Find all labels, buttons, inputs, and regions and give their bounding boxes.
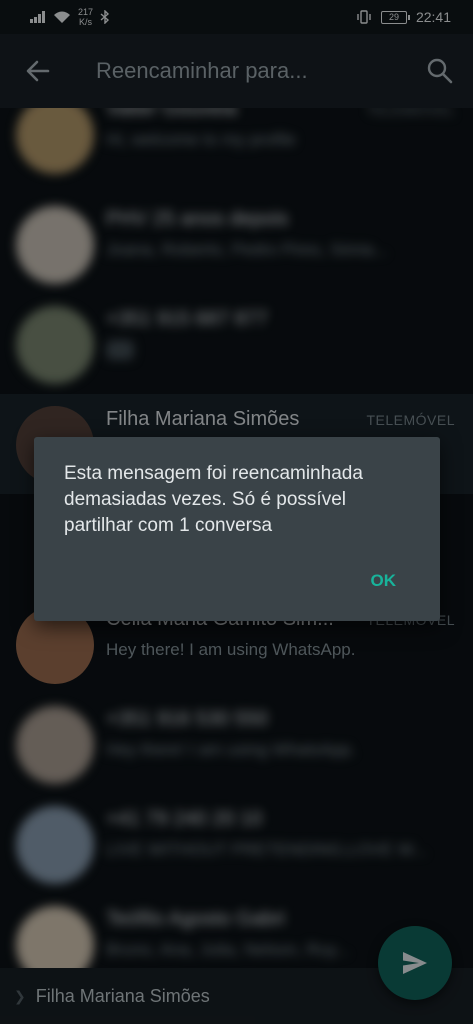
avatar [16, 706, 94, 784]
page-title: Reencaminhar para... [96, 58, 308, 83]
avatar [16, 206, 94, 284]
clock: 22:41 [415, 9, 451, 25]
contact-tag: TELEMÓVEL [366, 108, 455, 118]
contact-row[interactable]: +351 916 530 550 Hey there! I am using W… [0, 694, 473, 794]
vibrate-icon [357, 10, 371, 24]
wifi-icon [54, 11, 70, 23]
contact-row[interactable]: Valter Gouveia Hi, welcome to my profile… [0, 108, 473, 184]
contact-row[interactable]: +41 79 240 20 10 LIVE WITHOUT PRETENDING… [0, 794, 473, 894]
contact-status [106, 340, 134, 360]
chevron-right-icon: ❯ [14, 987, 26, 1004]
contact-name: PHV 25 anos depois [106, 208, 289, 230]
avatar [16, 906, 94, 968]
ok-button[interactable]: OK [371, 571, 397, 591]
send-button[interactable] [378, 926, 452, 1000]
selected-contacts: Filha Mariana Simões [35, 985, 210, 1006]
contact-name: Teófilo Agosto Gabri [106, 908, 285, 930]
avatar [16, 306, 94, 384]
contact-status: Joana, Roberto, Pedro Pires, Sónia... [106, 240, 388, 259]
battery-level: 29 [388, 12, 399, 22]
search-icon[interactable] [425, 56, 455, 86]
avatar [16, 806, 94, 884]
status-bar: 217 K/s 29 22:41 [0, 0, 473, 34]
contact-status: Hi, welcome to my profile [106, 130, 296, 149]
contact-status: LIVE WITHOUT PRETENDING,LOVE W... [106, 840, 427, 859]
avatar [16, 108, 94, 174]
forward-limit-dialog: Esta mensagem foi reencaminhada demasiad… [34, 437, 440, 621]
send-icon [403, 952, 427, 974]
contact-name: Filha Mariana Simões [106, 408, 300, 430]
bluetooth-icon [100, 10, 110, 24]
network-speed: 217 K/s [78, 7, 94, 27]
contact-status: Hey there! I am using WhatsApp. [106, 740, 356, 759]
contact-row[interactable]: +351 915 687 877 [0, 294, 473, 394]
dialog-message: Esta mensagem foi reencaminhada demasiad… [64, 463, 363, 536]
contact-name: Valter Gouveia [106, 108, 237, 120]
contact-name: +351 916 530 550 [106, 708, 268, 730]
contact-tag: TELEMÓVEL [366, 412, 455, 428]
contact-row[interactable]: PHV 25 anos depois Joana, Roberto, Pedro… [0, 194, 473, 294]
signal-icon [30, 11, 45, 23]
back-arrow-icon[interactable] [24, 57, 52, 85]
contact-status: Hey there! I am using WhatsApp. [106, 640, 356, 659]
battery-icon: 29 [380, 10, 410, 24]
app-bar: Reencaminhar para... [0, 34, 473, 108]
contact-name: +351 915 687 877 [106, 308, 268, 330]
contact-name: +41 79 240 20 10 [106, 808, 263, 830]
